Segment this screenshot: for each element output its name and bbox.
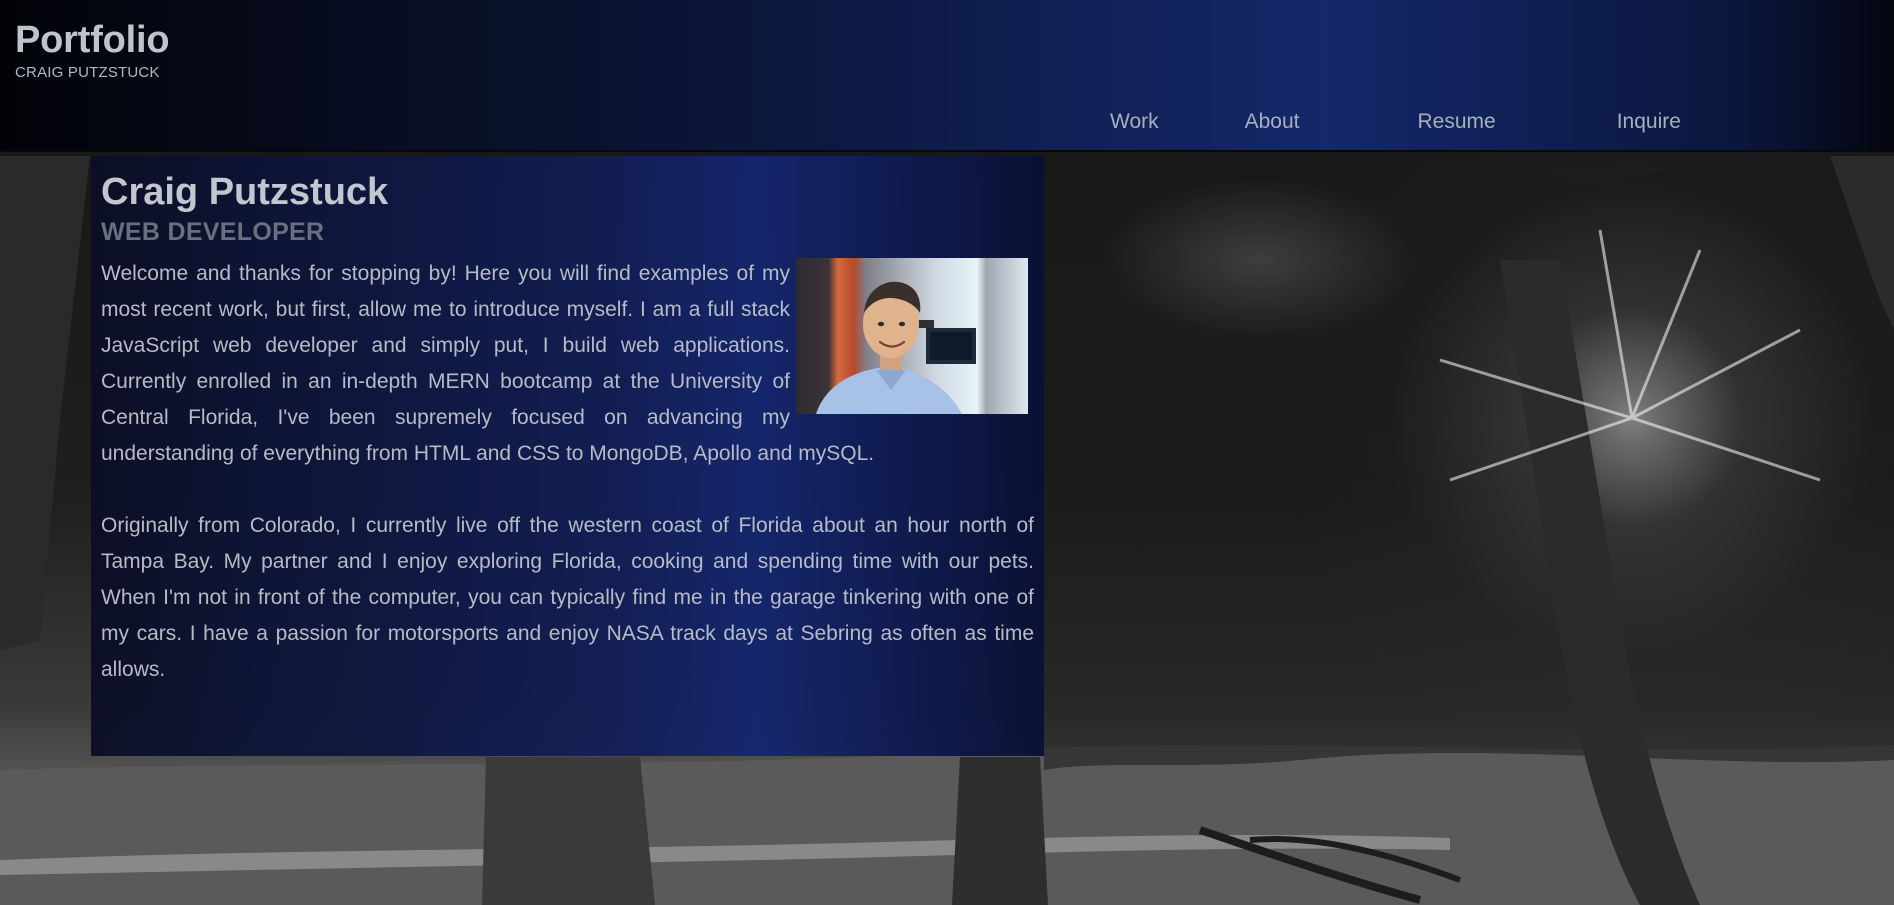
main-nav: Work About Resume Inquire [1110, 108, 1681, 136]
about-name: Craig Putzstuck [101, 171, 389, 213]
nav-link-about[interactable]: About [1245, 108, 1300, 136]
profile-photo [796, 258, 1028, 414]
about-text: Welcome and thanks for stopping by! Here… [101, 256, 1034, 688]
brand: Portfolio CRAIG PUTZSTUCK [15, 18, 170, 82]
nav-link-work[interactable]: Work [1110, 108, 1159, 136]
nav-link-inquire[interactable]: Inquire [1617, 108, 1681, 136]
profile-person-illustration [816, 281, 976, 414]
brand-title[interactable]: Portfolio [15, 18, 170, 62]
site-header: Portfolio CRAIG PUTZSTUCK Work About Res… [0, 0, 1894, 150]
brand-subtitle: CRAIG PUTZSTUCK [15, 64, 160, 81]
about-paragraph-2: Originally from Colorado, I currently li… [101, 514, 1034, 681]
nav-link-resume[interactable]: Resume [1418, 108, 1496, 136]
about-panel: Craig Putzstuck WEB DEVELOPER Welcome an… [91, 156, 1044, 756]
portfolio-page: Portfolio CRAIG PUTZSTUCK Work About Res… [0, 0, 1894, 905]
about-role: WEB DEVELOPER [101, 218, 325, 246]
